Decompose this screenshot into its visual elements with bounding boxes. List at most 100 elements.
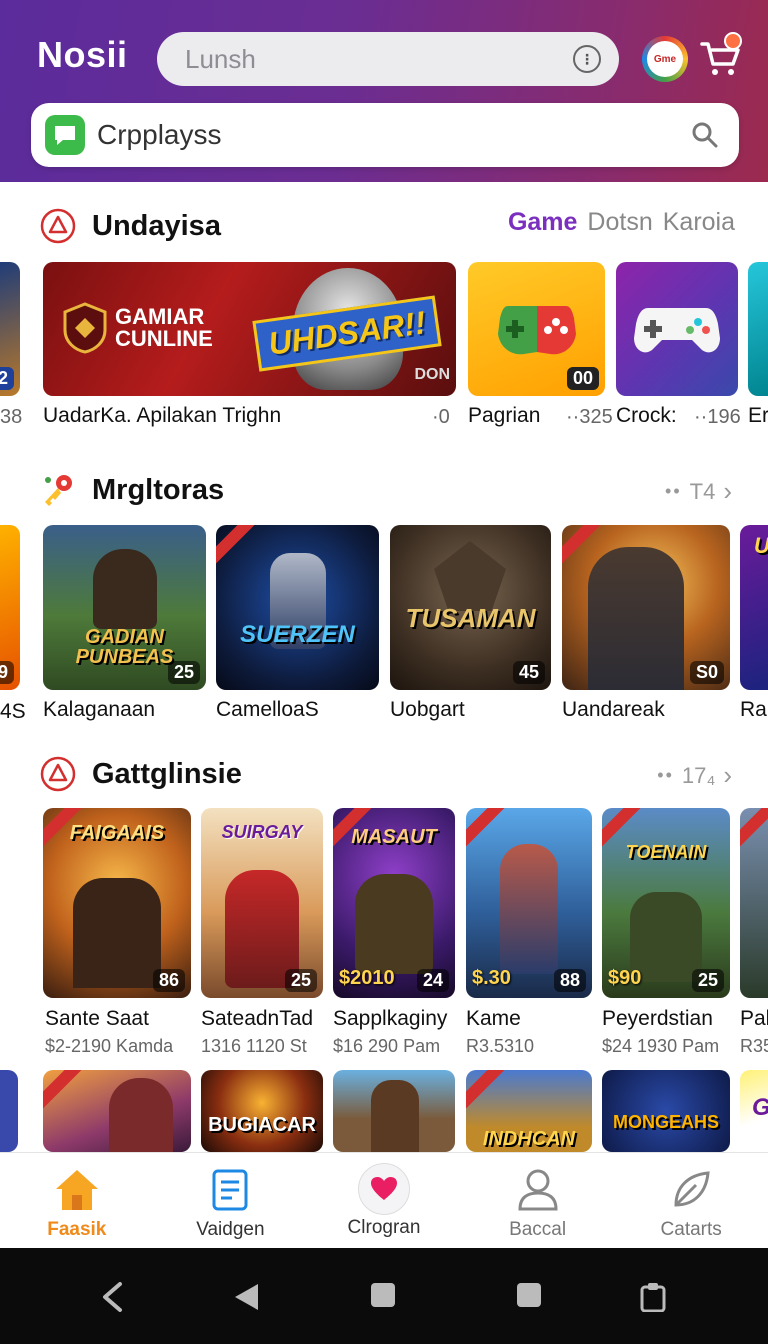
section-title: Gattglinsie [92, 757, 242, 790]
tile-meta: 38 [0, 406, 23, 428]
tile-gamepad-yellow[interactable]: 00 [468, 262, 605, 396]
card-art-title: MONGEAHS [612, 1112, 719, 1132]
card-art-title: G [752, 1094, 768, 1122]
card-number: 88 [553, 969, 586, 992]
section-header-gattglinsie: Gattglinsie [40, 754, 242, 794]
home-square-icon[interactable] [370, 1282, 396, 1308]
tile-gamepad-purple[interactable] [616, 262, 738, 396]
partial-card-left[interactable] [0, 1070, 18, 1152]
card-art-title: MASAUT [351, 826, 437, 848]
section-tabs: Game Dotsn Karoia [508, 208, 735, 237]
banner-caption: UadarKa. Apilakan Trighn [43, 404, 282, 427]
nav-item-home[interactable]: Faasik [0, 1153, 154, 1248]
partial-tile-right[interactable] [748, 262, 768, 396]
main-search-bar[interactable]: Crpplayss [31, 103, 739, 167]
nav-item-profile[interactable]: Baccal [461, 1153, 615, 1248]
shield-icon [63, 302, 107, 354]
tab-game[interactable]: Game [508, 208, 577, 237]
soldier-silhouette [109, 1078, 173, 1152]
card-title: Uobgart [390, 698, 465, 721]
partial-card-right[interactable]: G [740, 1070, 768, 1152]
info-icon[interactable]: ⋮ [573, 45, 601, 73]
featured-banner[interactable]: GAMIAR CUNLINE UHDSAR!! DON [43, 262, 456, 396]
section-title: Mrgltoras [92, 473, 225, 506]
top-search-placeholder: Lunsh [185, 43, 256, 74]
game-card[interactable]: $.30 88 [466, 808, 592, 998]
card-art-title: BUGIACAR [208, 1114, 316, 1136]
game-card[interactable]: BUGIACAR [201, 1070, 323, 1152]
gamepad-icon [634, 308, 720, 353]
nav-item-list[interactable]: Vaidgen [154, 1153, 308, 1248]
card-ribbon [466, 808, 508, 848]
section-more-link[interactable]: •• T4 › [665, 476, 732, 507]
banner-corner-text: DON [414, 366, 450, 383]
soldier-silhouette [355, 874, 433, 974]
nav-item-favorites[interactable]: Clrogran [307, 1153, 461, 1248]
game-card[interactable]: TUSAMAN 45 [390, 525, 551, 690]
clipboard-icon[interactable] [640, 1282, 666, 1312]
tile-caption: Crock: [616, 404, 677, 427]
profile-icon [518, 1169, 558, 1211]
section-more-link[interactable]: •• 17₄ › [657, 760, 732, 791]
home-icon [55, 1170, 98, 1210]
nav-label: Vaidgen [196, 1219, 265, 1240]
section-header-mrgltoras: Mrgltoras [40, 470, 224, 510]
nav-label: Faasik [47, 1219, 107, 1240]
partial-tile-left[interactable]: 2 [0, 262, 20, 396]
soldier-silhouette [73, 878, 161, 988]
card-title: SateadnTad [201, 1007, 314, 1030]
card-subtitle: $16 290 Pam [333, 1036, 441, 1056]
dots-icon: •• [657, 765, 674, 785]
heart-button[interactable] [357, 1163, 410, 1215]
tile-number: 00 [566, 367, 599, 390]
card-number: S0 [689, 661, 724, 684]
game-card[interactable]: S0 [562, 525, 730, 690]
section-triangle-icon [40, 208, 76, 244]
partial-card-right[interactable] [740, 808, 768, 998]
list-icon [212, 1169, 248, 1211]
game-card[interactable]: TOENAIN $90 25 [602, 808, 730, 998]
card-title: Kame [466, 1007, 521, 1030]
soldier-silhouette [371, 1080, 419, 1152]
card-ribbon [43, 1070, 85, 1110]
section-triangle-icon [40, 756, 76, 792]
recents-square-icon[interactable] [516, 1282, 542, 1308]
search-icon[interactable] [691, 121, 719, 149]
game-card[interactable]: INDHCAN [466, 1070, 592, 1152]
game-badge-text: Gme [647, 41, 683, 77]
card-title: Kalaganaan [43, 698, 156, 721]
game-card[interactable]: MASAUT $2010 24 [333, 808, 455, 998]
android-system-bar [0, 1248, 768, 1344]
tab-karoia[interactable]: Karoia [663, 208, 735, 237]
game-card[interactable] [333, 1070, 455, 1152]
card-art-title: TOENAIN [625, 842, 707, 862]
banner-line-1: GAMIAR [115, 304, 205, 329]
game-card[interactable]: SUERZEN [216, 525, 379, 690]
leaf-icon [674, 1171, 710, 1207]
card-art-title: SUIRGAY [221, 822, 303, 842]
partial-card-left[interactable]: 9 [0, 525, 20, 690]
game-card[interactable]: GADIAN PUNBEAS 25 [43, 525, 206, 690]
top-search-bar[interactable]: Lunsh ⋮ [157, 32, 619, 86]
game-card[interactable]: MONGEAHS [602, 1070, 730, 1152]
card-art-title: SUERZEN [240, 621, 355, 648]
section-header-undayisa: Undayisa [40, 206, 221, 246]
card-art-title: U [754, 533, 768, 559]
back-triangle-icon[interactable] [232, 1282, 260, 1312]
section-count: T4 [689, 478, 716, 504]
tab-dotsn[interactable]: Dotsn [587, 208, 652, 237]
game-badge-icon[interactable]: Gme [642, 36, 688, 82]
game-card[interactable]: FAIGAAIS 86 [43, 808, 191, 998]
brand-logo[interactable]: Nosii [37, 34, 128, 76]
chevron-left-icon[interactable] [100, 1282, 124, 1312]
card-ribbon [216, 525, 258, 565]
game-card[interactable] [43, 1070, 191, 1152]
partial-card-right[interactable]: U [740, 525, 768, 690]
nav-item-categories[interactable]: Catarts [614, 1153, 768, 1248]
heart-icon [370, 1177, 397, 1200]
game-card[interactable]: SUIRGAY 25 [201, 808, 323, 998]
card-art-title: FAIGAAIS [69, 822, 165, 844]
card-price: $2010 [339, 967, 395, 989]
chevron-right-icon: › [723, 760, 732, 790]
card-number: 45 [512, 661, 545, 684]
